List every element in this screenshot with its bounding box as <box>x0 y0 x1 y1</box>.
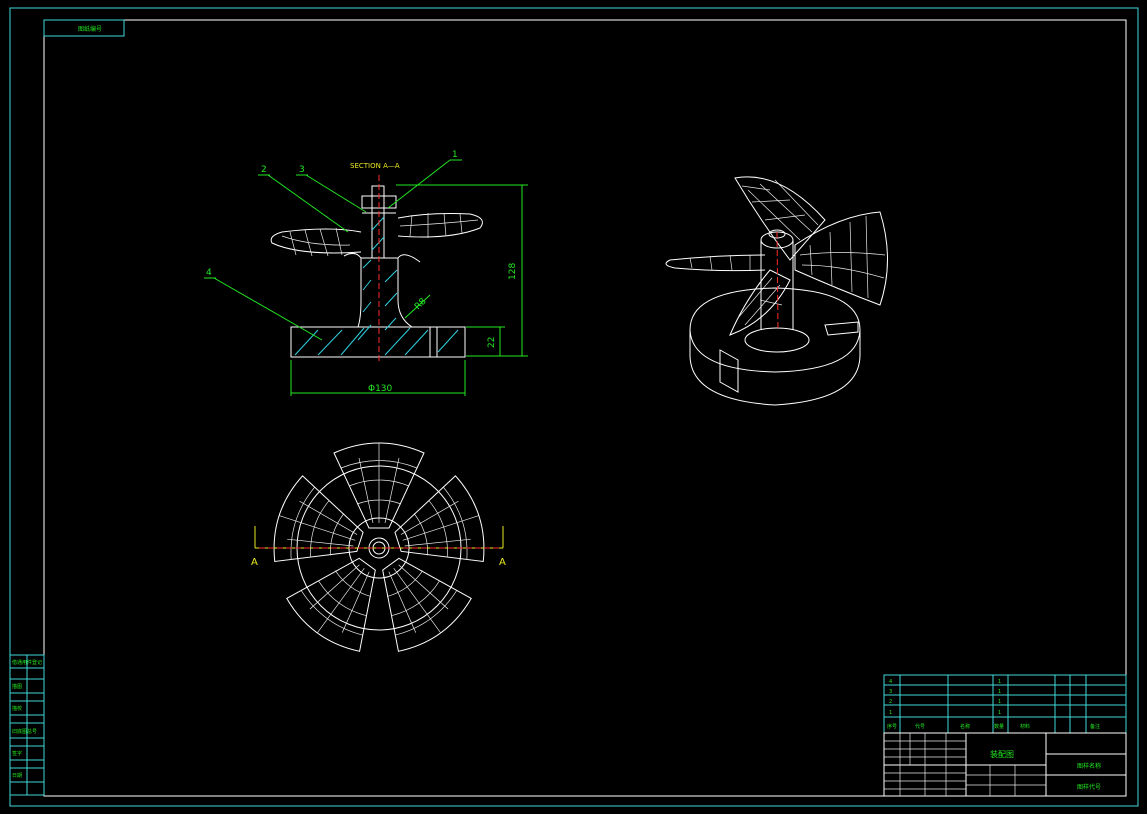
material-label: 图样名称 <box>1077 762 1101 770</box>
header-0: 序号 <box>887 723 897 730</box>
header-1: 代号 <box>915 723 925 730</box>
row-qty-2: 1 <box>998 699 1001 705</box>
left-panel-5: 日期 <box>12 773 22 779</box>
dim-foot-text: 22 <box>487 337 497 348</box>
dim-height-text: 128 <box>508 263 518 280</box>
title-block: 装配图 图样名称 图样代号 <box>883 732 1127 797</box>
hub-body <box>357 257 413 328</box>
left-panel-4: 签字 <box>12 750 22 757</box>
left-panel-1: 描图 <box>12 683 22 690</box>
svg-text:4: 4 <box>206 268 212 278</box>
balloon-4: 4 <box>204 268 323 341</box>
iso-blade-3 <box>729 269 791 336</box>
balloon-3: 3 <box>296 165 367 213</box>
header-3: 数量 <box>994 723 1004 730</box>
header-4: 材料 <box>1020 723 1030 730</box>
dim-height: 128 <box>396 184 528 357</box>
row-no-0: 4 <box>889 679 892 685</box>
dim-diameter-text: Φ130 <box>368 384 393 394</box>
shaft <box>371 185 385 259</box>
drawing-no-label: 图样代号 <box>1077 783 1101 791</box>
isometric-view <box>665 176 888 406</box>
row-qty-1: 1 <box>998 689 1001 695</box>
row-qty-0: 1 <box>998 679 1001 685</box>
top-view: A A <box>251 442 506 652</box>
dim-foot: 22 <box>466 326 505 356</box>
iso-centerline <box>776 231 779 331</box>
row-no-1: 3 <box>889 689 892 695</box>
section-mark-left: A <box>251 557 258 568</box>
left-panel-2: 描校 <box>12 705 22 712</box>
row-qty-3: 1 <box>998 710 1001 716</box>
section-hatch <box>294 216 459 356</box>
header-5: 备注 <box>1090 723 1100 730</box>
cad-drawing-canvas: 图纸编号 借通用件登记 描图 描校 旧底图总号 签字 日期 SECTION A—… <box>9 7 1139 807</box>
dim-diameter: Φ130 <box>290 360 466 396</box>
balloon-1: 1 <box>387 150 462 209</box>
svg-text:1: 1 <box>452 150 458 160</box>
row-no-2: 2 <box>889 699 892 705</box>
top-left-tag: 图纸编号 <box>43 19 125 37</box>
drawing-title: 装配图 <box>990 749 1014 759</box>
left-side-panel: 借通用件登记 描图 描校 旧底图总号 签字 日期 <box>9 654 45 796</box>
header-2: 名称 <box>960 723 970 730</box>
top-blade-up <box>333 442 425 529</box>
outer-frame <box>9 7 1139 807</box>
svg-text:3: 3 <box>299 165 305 175</box>
top-blade-right <box>394 475 485 562</box>
section-view: SECTION A—A 128 22 R8 Φ130 1 2 3 4 <box>204 150 528 396</box>
left-panel-0: 借通用件登记 <box>12 659 42 666</box>
section-mark-right: A <box>499 557 506 568</box>
section-title: SECTION A—A <box>350 162 400 170</box>
left-panel-3: 旧底图总号 <box>12 728 37 735</box>
row-no-3: 1 <box>889 710 892 716</box>
parts-list: 4 3 2 1 1 1 1 1 序号 代号 名称 数量 材料 备注 <box>883 674 1127 734</box>
dim-radius: R8 <box>404 294 431 319</box>
left-blade <box>270 228 362 254</box>
iso-base <box>689 287 861 406</box>
drawing-border <box>43 19 1127 797</box>
svg-text:2: 2 <box>261 165 267 175</box>
top-blade-left <box>273 475 364 562</box>
tag-text: 图纸编号 <box>78 25 102 33</box>
